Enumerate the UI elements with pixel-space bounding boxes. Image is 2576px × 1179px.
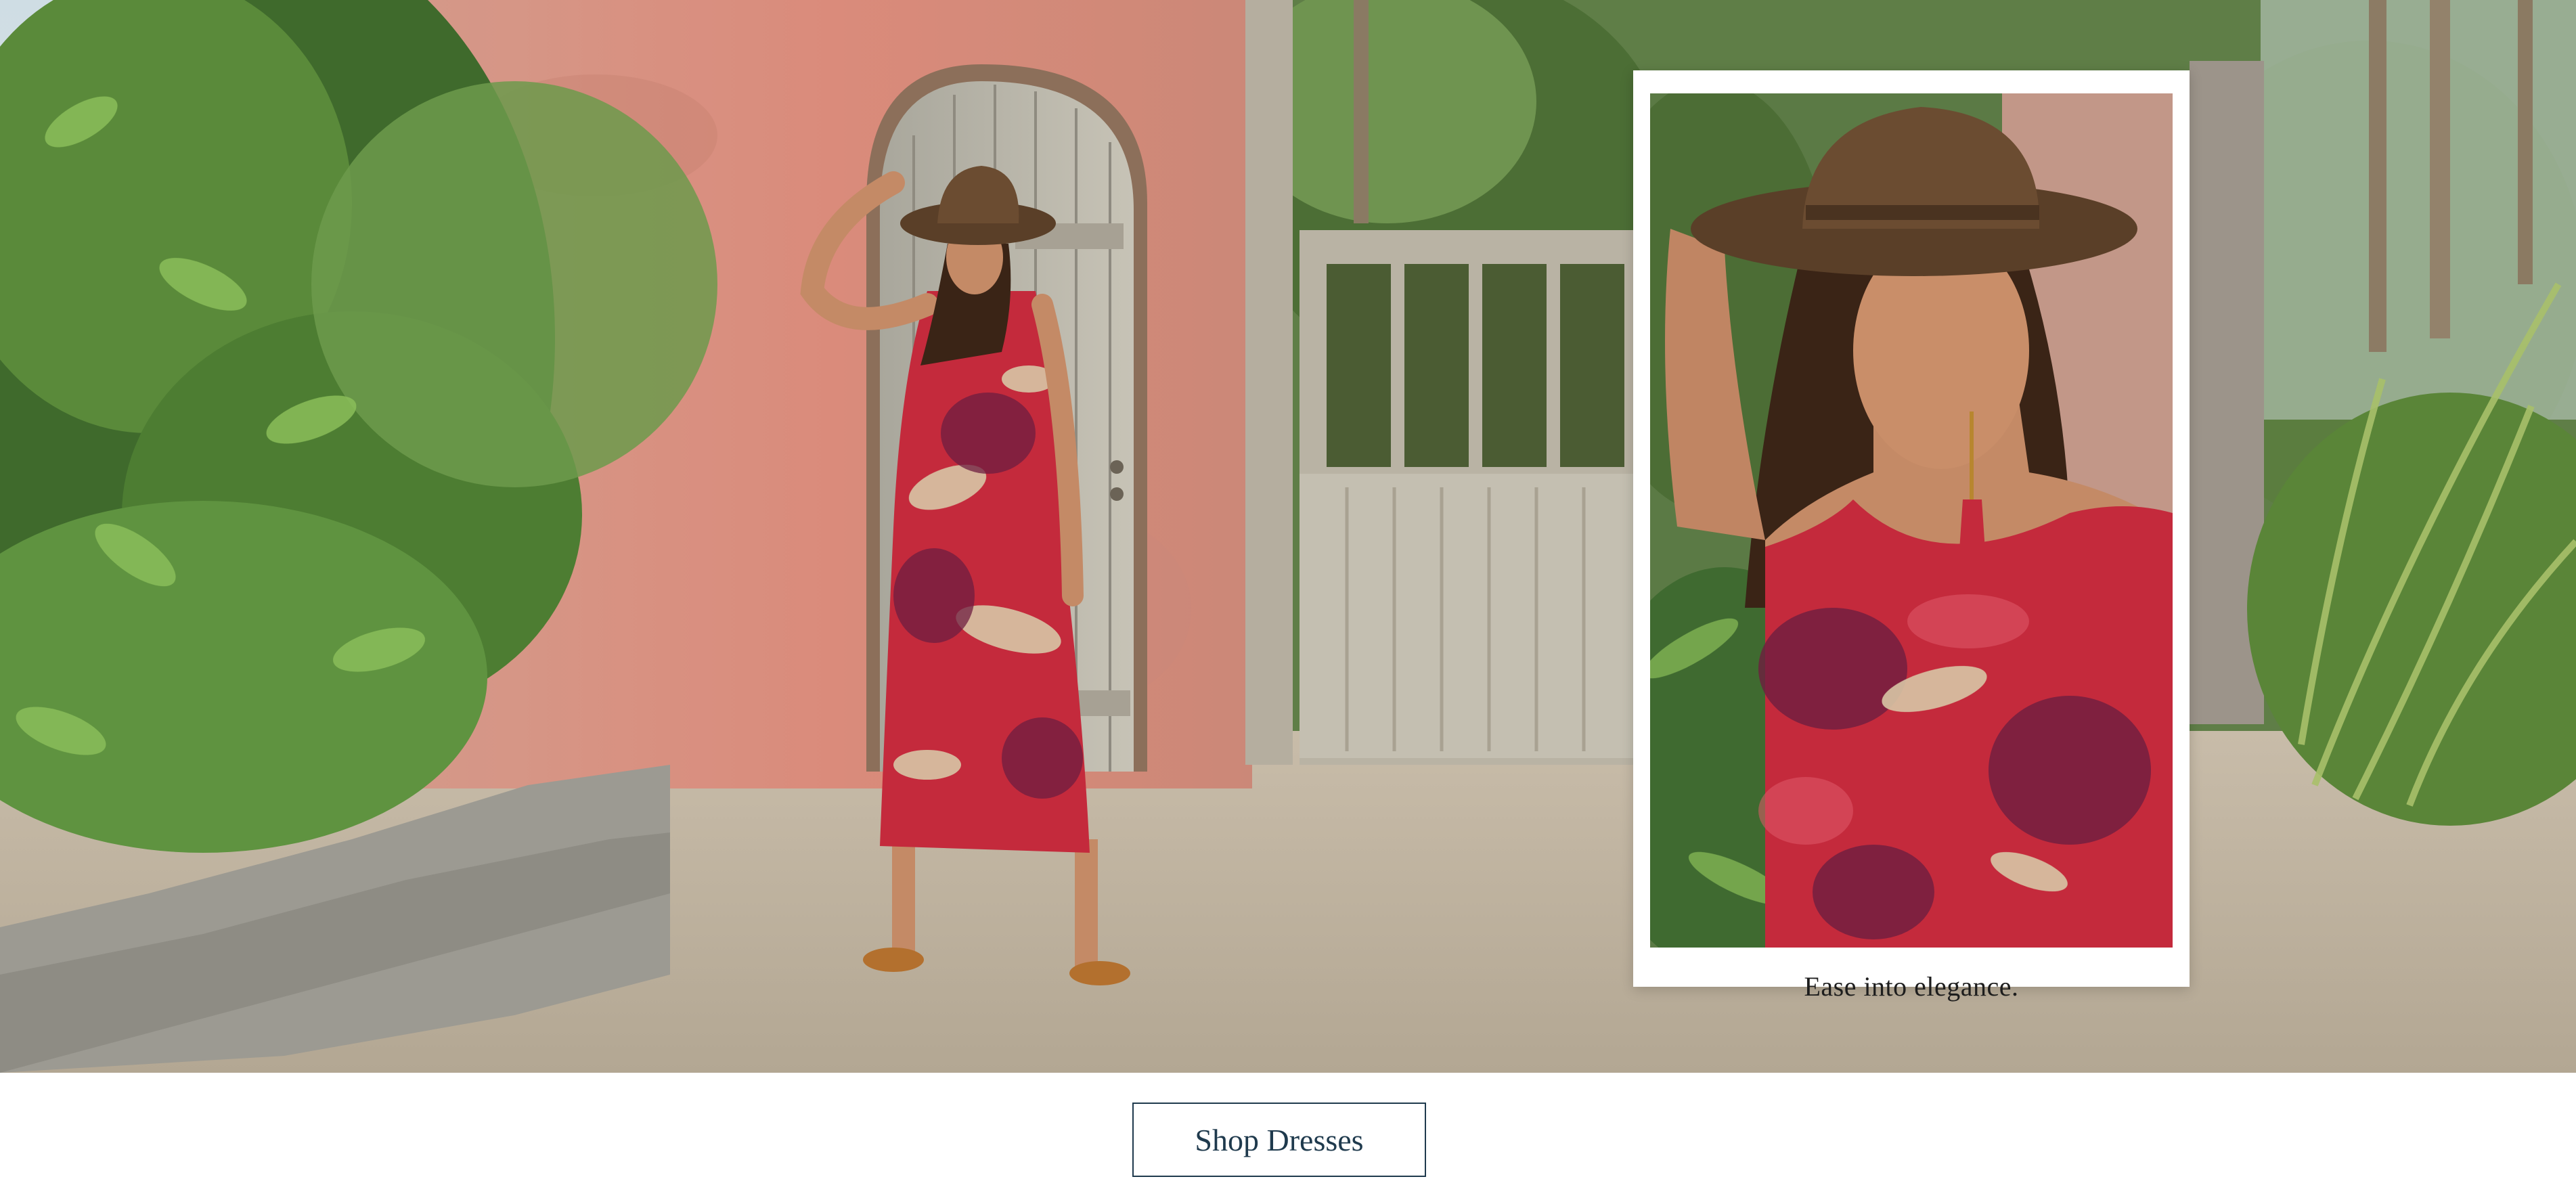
hero-banner-image: Ease into elegance. [0, 0, 2576, 1073]
cta-bar: Shop Dresses [0, 1073, 2576, 1179]
hero-scene-illustration [0, 0, 2576, 1073]
closeup-model-photo [1650, 93, 2173, 948]
page: Ease into elegance. Shop Dresses [0, 0, 2576, 1179]
closeup-photo-illustration [1650, 93, 2173, 948]
card-caption: Ease into elegance. [1804, 971, 2019, 1002]
shop-dresses-button[interactable]: Shop Dresses [1132, 1103, 1426, 1177]
featured-photo-card: Ease into elegance. [1633, 70, 2190, 1002]
